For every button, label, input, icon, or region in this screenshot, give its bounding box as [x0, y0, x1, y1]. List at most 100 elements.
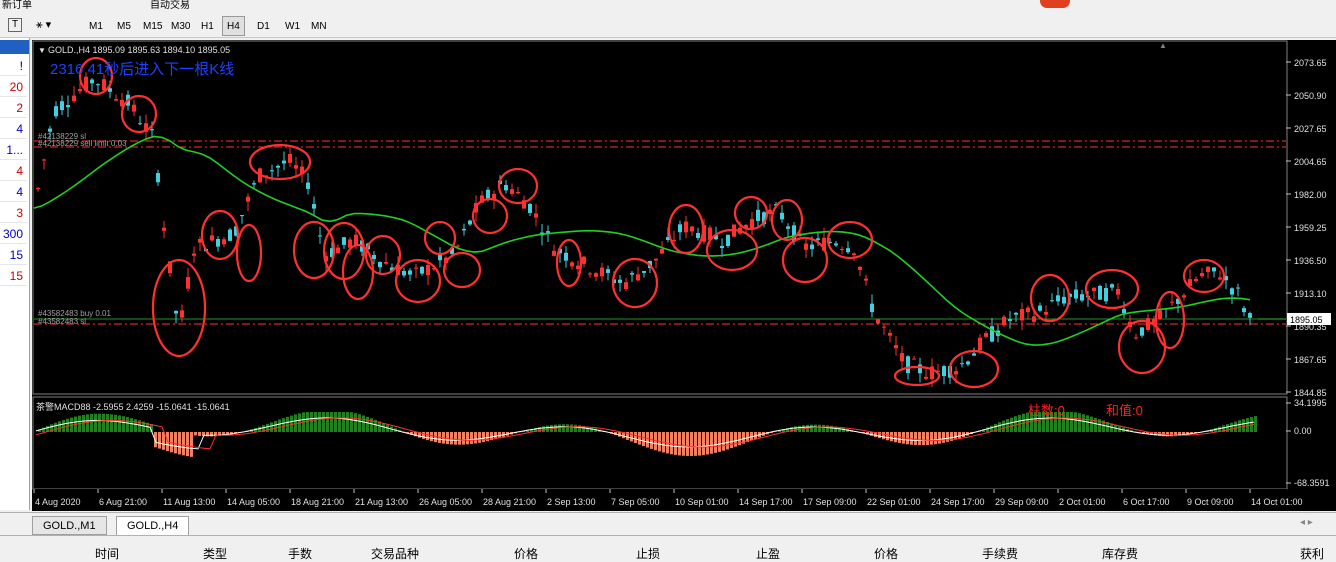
new-order-label[interactable]: 新订单 — [2, 0, 32, 10]
terminal-column-header[interactable]: 时间 — [95, 545, 119, 562]
terminal-column-header[interactable]: 库存费 — [1102, 545, 1138, 562]
macd-histogram-bar — [542, 426, 545, 432]
terminal-column-header[interactable]: 止盈 — [756, 545, 780, 562]
candle-body — [984, 333, 988, 337]
highlight-circle — [557, 240, 581, 286]
candle-body — [720, 246, 724, 248]
terminal-column-header[interactable]: 手数 — [288, 545, 312, 562]
timeframe-m15-button[interactable]: M15 — [138, 16, 167, 36]
price-axis-label: 2004.65 — [1294, 157, 1327, 167]
terminal-column-header[interactable]: 手续费 — [982, 545, 1018, 562]
time-axis-label: 18 Aug 21:00 — [291, 497, 344, 507]
time-axis-label: 26 Aug 05:00 — [419, 497, 472, 507]
highlight-circle — [202, 211, 238, 259]
candle-body — [1002, 317, 1006, 326]
candle-body — [978, 338, 982, 350]
macd-histogram-bar — [58, 421, 61, 432]
time-axis-label: 14 Oct 01:00 — [1251, 497, 1303, 507]
timeframe-m5-button[interactable]: M5 — [112, 16, 136, 36]
terminal-column-header[interactable]: 止损 — [636, 545, 660, 562]
macd-axis-label: 34.1995 — [1294, 398, 1327, 408]
chart-menu-icon: ▼ — [38, 46, 46, 55]
price-axis-label: 2073.65 — [1294, 58, 1327, 68]
text-tool-icon[interactable]: T — [8, 18, 22, 32]
candle-body — [66, 105, 70, 107]
macd-histogram-bar — [358, 414, 361, 432]
market-watch-value[interactable]: 1... — [0, 140, 27, 160]
candle-body — [786, 226, 790, 228]
price-axis-label: 1867.65 — [1294, 355, 1327, 365]
macd-histogram-bar — [122, 416, 125, 432]
market-watch-value[interactable]: 4 — [0, 182, 27, 202]
macd-histogram-bar — [186, 432, 189, 456]
market-watch-value[interactable]: 3 — [0, 203, 27, 223]
market-watch-value[interactable]: 4 — [0, 161, 27, 181]
terminal-column-header[interactable]: 交易品种 — [371, 545, 419, 562]
macd-histogram-bar — [462, 432, 465, 445]
chart-tab[interactable]: GOLD.,M1 — [32, 516, 107, 535]
macd-histogram-bar — [814, 425, 817, 432]
tab-scroll-icon[interactable]: ◂ ▸ — [1300, 517, 1313, 528]
terminal-column-header[interactable]: 价格 — [874, 545, 898, 562]
macd-histogram-bar — [282, 418, 285, 432]
macd-histogram-bar — [106, 414, 109, 432]
market-watch-value[interactable]: 2 — [0, 98, 27, 118]
candle-body — [906, 356, 910, 373]
terminal-column-header[interactable]: 获利 — [1300, 545, 1324, 562]
timeframe-m30-button[interactable]: M30 — [166, 16, 195, 36]
candle-body — [672, 240, 676, 241]
candle-body — [408, 270, 412, 274]
candle-body — [810, 245, 814, 250]
panel-header-bar — [0, 40, 29, 54]
candle-body — [468, 221, 472, 225]
candle-body — [216, 239, 220, 247]
timeframe-d1-button[interactable]: D1 — [252, 16, 275, 36]
candle-body — [1206, 267, 1210, 272]
timeframe-mn-button[interactable]: MN — [306, 16, 332, 36]
timeframe-m1-button[interactable]: M1 — [84, 16, 108, 36]
candle-body — [372, 255, 376, 259]
macd-histogram-bar — [998, 422, 1001, 432]
timeframe-h1-button[interactable]: H1 — [196, 16, 219, 36]
macd-histogram-bar — [450, 432, 453, 444]
candle-body — [804, 244, 808, 250]
time-axis-label: 6 Aug 21:00 — [99, 497, 147, 507]
market-watch-value[interactable]: 4 — [0, 119, 27, 139]
timeframe-w1-button[interactable]: W1 — [280, 16, 305, 36]
candle-body — [510, 189, 514, 194]
terminal-column-header[interactable]: 价格 — [514, 545, 538, 562]
macd-axis-label: 0.00 — [1294, 426, 1312, 436]
market-watch-value[interactable]: 300 — [0, 224, 27, 244]
candle-body — [150, 129, 154, 130]
price-chart[interactable]: 2073.652050.902027.652004.651982.001959.… — [32, 40, 1336, 511]
candle-body — [1032, 316, 1036, 322]
macd-histogram-bar — [1254, 416, 1257, 432]
price-axis-label: 1844.85 — [1294, 388, 1327, 398]
candle-body — [894, 345, 898, 348]
candle-body — [966, 362, 970, 365]
timeframe-h4-button[interactable]: H4 — [222, 16, 245, 36]
macd-histogram-bar — [330, 412, 333, 432]
candle-body — [1236, 288, 1240, 289]
top-toolbar: 新订单 自动交易 — [0, 0, 1336, 10]
market-watch-value[interactable]: ! — [0, 56, 27, 76]
macd-histogram-bar — [130, 418, 133, 432]
macd-histogram-bar — [1014, 416, 1017, 432]
objects-dropdown-icon[interactable]: ⚹ ▾ — [36, 18, 51, 32]
candle-body — [438, 255, 442, 260]
market-watch-value[interactable]: 15 — [0, 266, 27, 286]
chart-window[interactable]: 2073.652050.902027.652004.651982.001959.… — [32, 40, 1336, 511]
market-watch-value[interactable]: 20 — [0, 77, 27, 97]
chart-shift-icon: ▲ — [1159, 41, 1167, 50]
terminal-column-header[interactable]: 类型 — [203, 545, 227, 562]
market-watch-value[interactable]: 15 — [0, 245, 27, 265]
macd-histogram-bar — [694, 432, 697, 456]
candle-body — [1158, 310, 1162, 319]
chart-tab[interactable]: GOLD.,H4 — [116, 516, 189, 535]
candle-body — [312, 204, 316, 209]
auto-trade-label[interactable]: 自动交易 — [150, 0, 190, 10]
app-logo-icon — [1040, 0, 1070, 8]
macd-histogram-bar — [350, 412, 353, 432]
macd-histogram-bar — [102, 414, 105, 432]
macd-histogram-bar — [642, 432, 645, 446]
